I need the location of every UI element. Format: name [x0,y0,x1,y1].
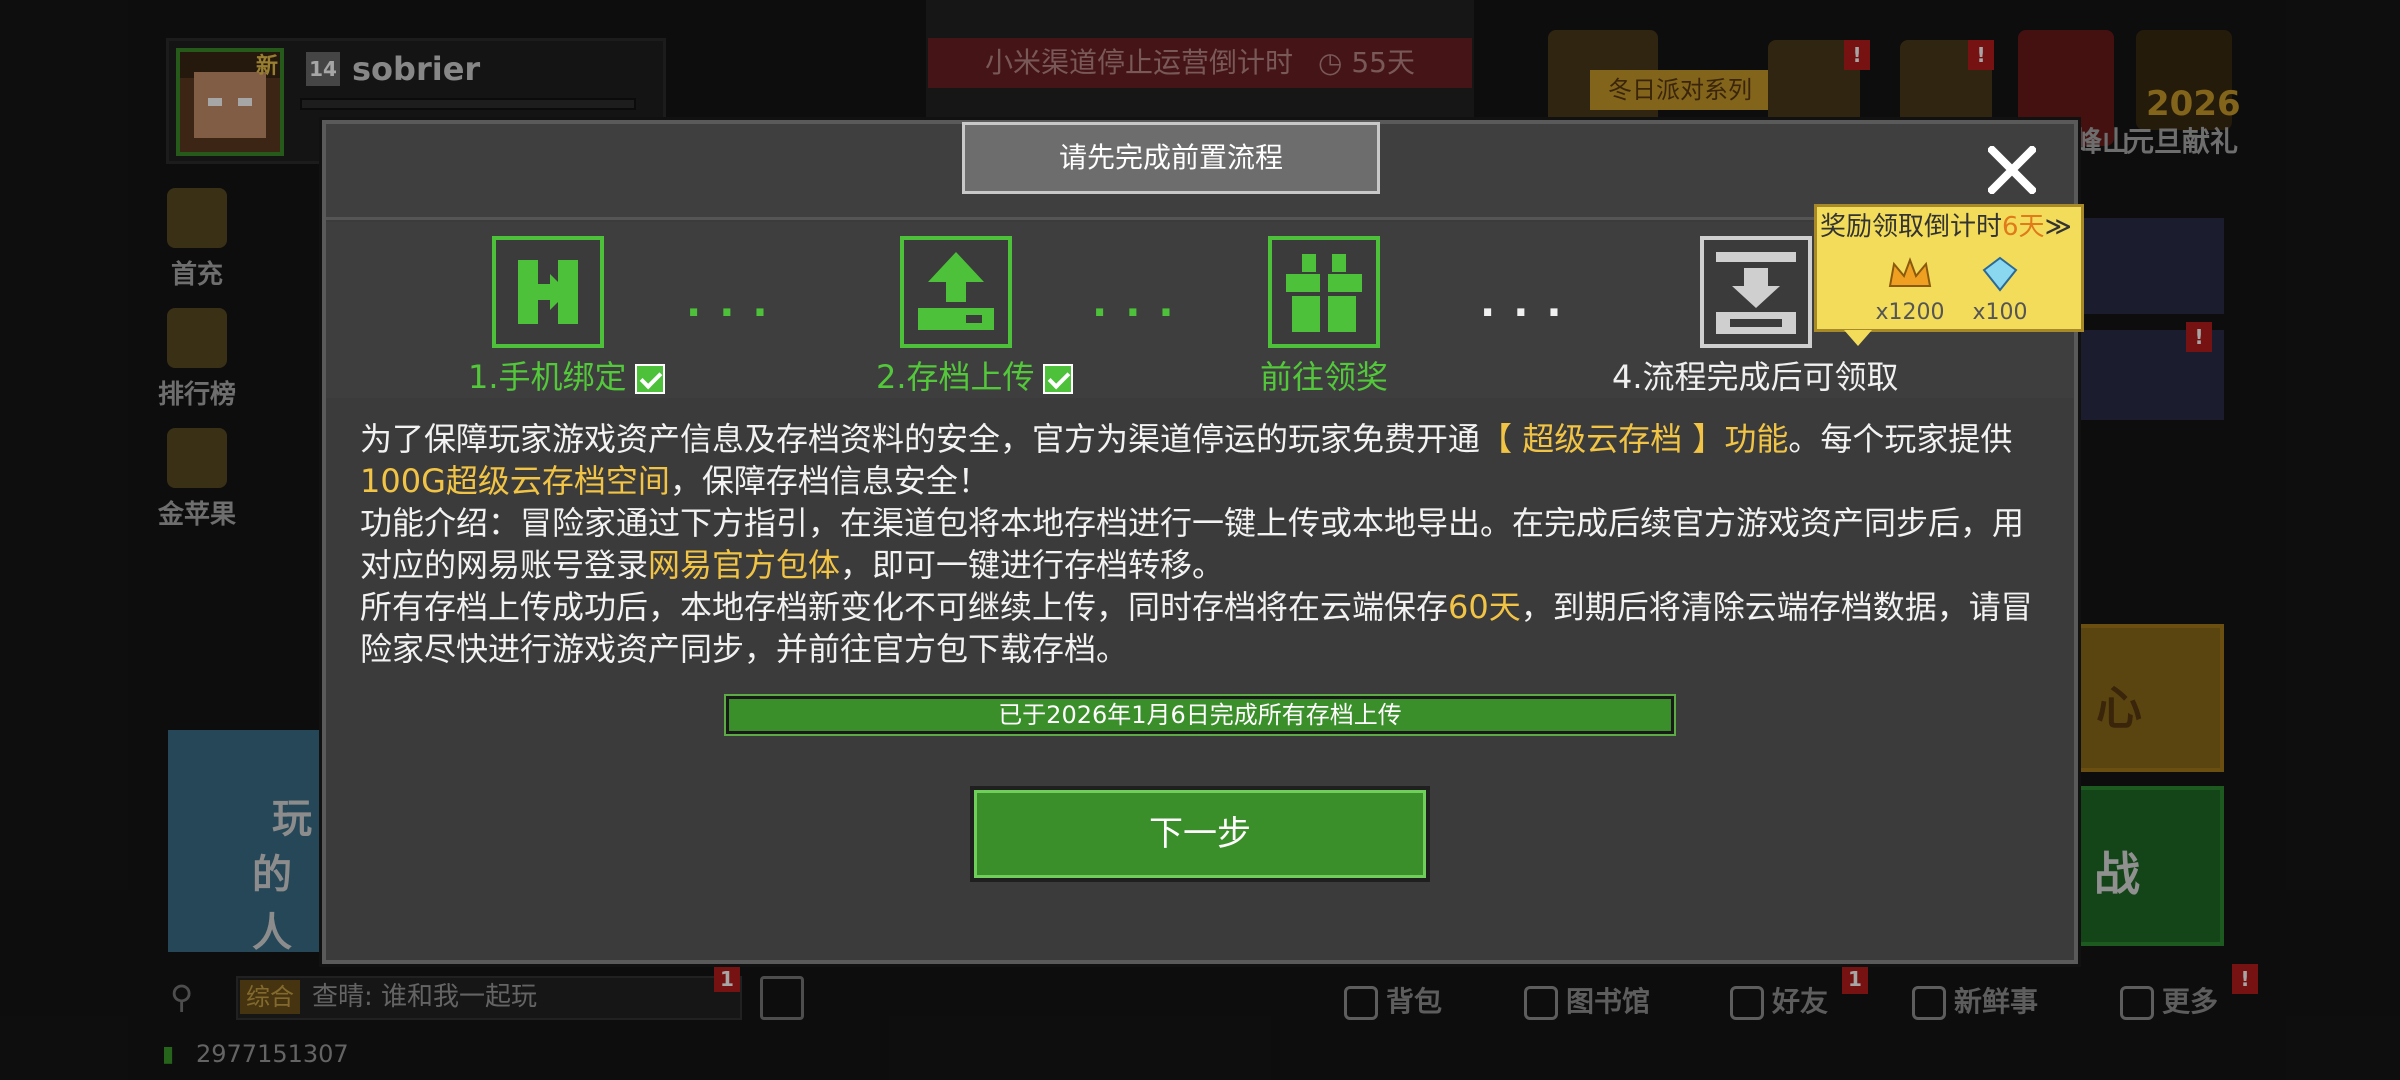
step-complete[interactable] [1700,236,1812,348]
paragraph-2: 功能介绍：冒险家通过下方指引，在渠道包将本地存档进行一键上传或本地导出。在完成后… [360,504,2025,584]
upload-status-bar: 已于2026年1月6日完成所有存档上传 [724,694,1676,736]
diamond-icon [1982,256,2018,292]
check-icon [634,364,665,394]
step2-label: 2.存档上传 [876,352,1073,398]
step-claim-reward[interactable] [1268,236,1380,348]
reward-item-diamond: x100 [1960,256,2040,325]
close-icon [1986,144,2038,196]
paragraph-1: 为了保障玩家游戏资产信息及存档资料的安全，官方为渠道停运的玩家免费开通【 超级云… [360,420,2013,500]
double-chevron-icon: ≫ [2044,212,2072,242]
step-phone-bind[interactable] [492,236,604,348]
step-save-upload[interactable] [900,236,1012,348]
bind-icon [518,260,578,324]
reward-item-crown: x1200 [1870,256,1950,325]
reward-tooltip-tail [1844,330,1872,346]
check-icon [1042,364,1073,394]
progress-dots: ... [1092,280,1192,326]
dialog-title: 请先完成前置流程 [962,122,1380,194]
step3-label: 前往领奖 [1260,358,1389,396]
diamond-qty: x100 [1972,300,2028,325]
gift-icon [1286,254,1362,332]
dialog-description: 为了保障玩家游戏资产信息及存档资料的安全，官方为渠道停运的玩家免费开通【 超级云… [360,418,2050,670]
reward-countdown: 奖励领取倒计时6天≫ [1820,212,2072,242]
paragraph-3: 所有存档上传成功后，本地存档新变化不可继续上传，同时存档将在云端保存60天，到期… [360,588,2033,668]
progress-dots: ... [686,280,786,326]
next-step-button[interactable]: 下一步 [970,786,1430,882]
crown-icon [1888,257,1932,287]
step1-label: 1.手机绑定 [468,352,665,398]
upload-icon [918,252,994,330]
progress-dots: ... [1480,280,1580,326]
step4-label: 4.流程完成后可领取 [1612,358,1899,396]
crown-qty: x1200 [1875,300,1945,325]
close-button[interactable] [1986,144,2038,196]
download-box-icon [1716,252,1796,334]
